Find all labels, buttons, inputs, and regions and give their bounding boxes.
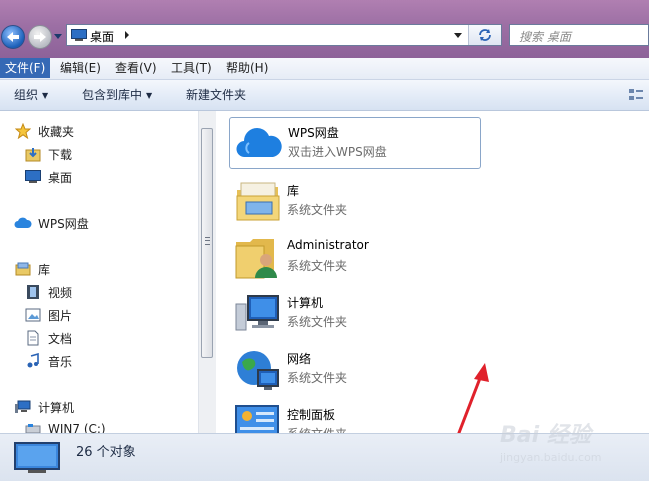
hard-drive-icon [24,421,42,433]
network-icon [237,351,279,390]
item-computer[interactable]: 计算机 系统文件夹 [229,286,479,342]
new-folder-button[interactable]: 新建文件夹 [186,80,246,110]
user-folder-icon [235,239,277,279]
address-path[interactable]: 桌面 [90,28,114,45]
command-bar: 组织 ▼ 包含到库中 ▼ 新建文件夹 [0,80,649,111]
nav-scrollbar[interactable] [198,111,216,433]
nav-documents-label: 文档 [48,331,73,346]
nav-music-label: 音乐 [48,354,73,369]
back-button[interactable] [1,25,25,49]
forward-button[interactable] [28,25,52,49]
breadcrumb-chevron-icon[interactable] [123,29,131,41]
pictures-icon [24,307,42,323]
library-folder-icon [236,182,280,221]
scrollbar-thumb[interactable] [201,128,213,358]
computer-icon [14,399,32,415]
item-type: 系统文件夹 [287,203,348,217]
nav-videos-label: 视频 [48,285,73,300]
grip-line [205,240,210,241]
organize-button[interactable]: 组织 ▼ [14,80,48,110]
include-label: 包含到库中 [82,88,143,102]
chevron-down-icon: ▼ [42,91,49,100]
computer-icon [235,295,279,331]
nav-computer-label: 计算机 [38,400,75,415]
item-name: Administrator [287,238,369,252]
desktop-icon [24,169,42,185]
nav-desktop-label: 桌面 [48,170,73,185]
star-icon [14,123,32,139]
menu-bar: 文件(F) 编辑(E) 查看(V) 工具(T) 帮助(H) [0,58,649,80]
documents-icon [24,330,42,346]
video-icon [24,284,42,300]
address-bar[interactable]: 桌面 [66,24,502,46]
watermark-url: jingyan.baidu.com [500,451,602,464]
cloud-icon [236,127,282,158]
menu-tools[interactable]: 工具(T) [166,58,217,78]
nav-libraries[interactable]: 库 [14,259,50,279]
item-libraries[interactable]: 库 系统文件夹 [229,174,479,230]
nav-favorites[interactable]: 收藏夹 [14,121,74,141]
cloud-icon [14,215,32,231]
back-arrow-icon [7,32,19,42]
item-count: 26 个对象 [76,445,136,460]
search-placeholder[interactable]: 搜索 桌面 [519,28,571,45]
watermark-logo: Bai 经验 [500,423,591,448]
menu-edit[interactable]: 编辑(E) [55,58,106,78]
watermark: Bai 经验 jingyan.baidu.com [500,415,649,480]
nav-drive-label: WIN7 (C:) [48,422,106,433]
item-type: 系统文件夹 [287,259,348,273]
nav-favorites-label: 收藏夹 [38,124,75,139]
nav-downloads[interactable]: 下载 [24,144,72,164]
desktop-icon [14,442,60,473]
desktop-icon [71,29,87,41]
menu-view[interactable]: 查看(V) [110,58,162,78]
item-type: 系统文件夹 [287,315,348,329]
item-administrator[interactable]: Administrator 系统文件夹 [229,230,479,286]
nav-documents[interactable]: 文档 [24,328,72,348]
refresh-button[interactable] [468,25,501,45]
downloads-folder-icon [24,146,42,162]
nav-desktop[interactable]: 桌面 [24,167,72,187]
item-type: 系统文件夹 [287,371,348,385]
recent-pages-dropdown-icon[interactable] [53,31,63,41]
search-box[interactable]: 搜索 桌面 [509,24,649,46]
item-name: 库 [287,184,300,198]
file-list: WPS网盘 双击进入WPS网盘 库 系统文件夹 Administrator 系统… [216,111,649,452]
grip-icon [205,237,210,245]
nav-computer[interactable]: 计算机 [14,397,74,417]
nav-downloads-label: 下载 [48,147,73,162]
music-icon [24,353,42,369]
nav-libraries-label: 库 [38,262,51,277]
navigation-pane: 收藏夹 下载 桌面 WPS网盘 库 视频 图片 文档 音乐 计算机 WIN7 (… [0,111,198,433]
organize-label: 组织 [14,88,39,102]
nav-videos[interactable]: 视频 [24,282,72,302]
nav-wps-drive[interactable]: WPS网盘 [14,213,89,233]
nav-drive-c[interactable]: WIN7 (C:) [24,419,106,433]
item-name: 控制面板 [287,408,336,422]
refresh-icon [479,29,491,41]
item-wps-drive[interactable]: WPS网盘 双击进入WPS网盘 [229,117,481,169]
item-name: WPS网盘 [288,126,339,140]
include-in-library-button[interactable]: 包含到库中 ▼ [82,80,152,110]
forward-arrow-icon [34,32,46,42]
menu-file[interactable]: 文件(F) [0,58,51,78]
menu-help[interactable]: 帮助(H) [221,58,273,78]
nav-pictures-label: 图片 [48,308,73,323]
item-name: 计算机 [287,296,324,310]
item-name: 网络 [287,352,312,366]
nav-music[interactable]: 音乐 [24,351,72,371]
library-icon [14,261,32,277]
view-options-icon[interactable] [628,87,644,103]
nav-wps-label: WPS网盘 [38,216,89,231]
chevron-down-icon: ▼ [146,91,153,100]
nav-pictures[interactable]: 图片 [24,305,72,325]
item-type: 双击进入WPS网盘 [288,145,387,159]
address-dropdown-icon[interactable] [453,29,463,41]
title-bar: 桌面 搜索 桌面 [0,0,649,58]
